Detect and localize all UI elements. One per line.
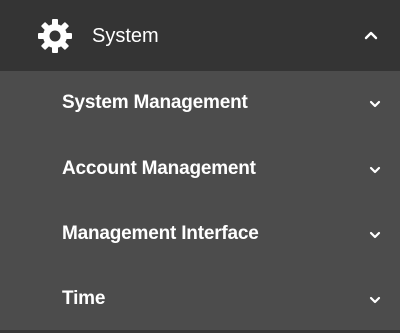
submenu-item-account-management[interactable]: Account Management xyxy=(0,137,400,203)
gear-icon xyxy=(38,19,72,53)
submenu-item-label: Time xyxy=(62,288,106,309)
menu-section-label: System xyxy=(92,25,159,47)
submenu-item-label: Management Interface xyxy=(62,223,259,244)
submenu-item-management-interface[interactable]: Management Interface xyxy=(0,202,400,268)
submenu-item-system-management[interactable]: System Management xyxy=(0,71,400,137)
sidebar-menu: System System Management Account Managem… xyxy=(0,0,400,333)
chevron-down-icon xyxy=(369,100,381,108)
chevron-down-icon xyxy=(369,166,381,174)
chevron-down-icon xyxy=(369,231,381,239)
submenu-item-label: System Management xyxy=(62,92,248,113)
submenu-item-label: Account Management xyxy=(62,158,256,179)
submenu-item-time[interactable]: Time xyxy=(0,267,400,333)
chevron-down-icon xyxy=(369,296,381,304)
submenu: System Management Account Management Man… xyxy=(0,71,400,333)
menu-section-system[interactable]: System xyxy=(0,0,400,71)
chevron-up-icon xyxy=(364,31,378,40)
